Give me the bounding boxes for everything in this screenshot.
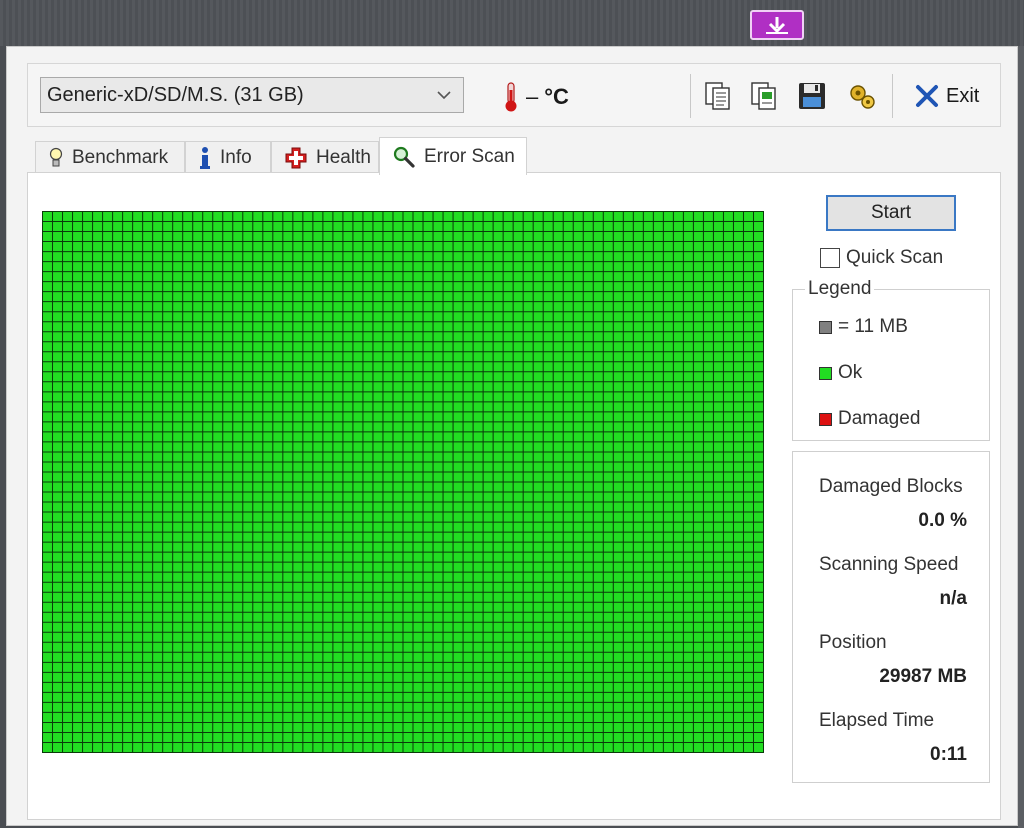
close-icon bbox=[916, 85, 938, 107]
app-window: Generic-xD/SD/M.S. (31 GB) – °C Exit Ben… bbox=[6, 46, 1018, 826]
legend-swatch-unscanned bbox=[819, 320, 832, 334]
tab-health[interactable]: Health bbox=[271, 141, 379, 173]
drive-select-value: Generic-xD/SD/M.S. (31 GB) bbox=[47, 83, 304, 106]
desktop-backdrop bbox=[0, 0, 1024, 46]
legend-damaged: Damaged bbox=[819, 408, 920, 430]
legend-title: Legend bbox=[805, 278, 875, 300]
copy-screenshot-icon[interactable] bbox=[748, 80, 780, 112]
health-cross-icon bbox=[285, 147, 307, 168]
download-arrow-icon bbox=[766, 17, 788, 34]
scanning-speed-label: Scanning Speed bbox=[819, 554, 959, 575]
save-icon[interactable] bbox=[796, 80, 828, 112]
info-icon bbox=[200, 146, 210, 169]
scanning-speed-value: n/a bbox=[939, 588, 967, 609]
toolbar-separator bbox=[690, 74, 691, 118]
position-value: 29987 MB bbox=[879, 666, 967, 687]
legend-swatch-ok bbox=[819, 366, 832, 380]
scan-stats: Damaged Blocks 0.0 % Scanning Speed n/a … bbox=[792, 451, 990, 783]
options-icon[interactable] bbox=[846, 80, 878, 112]
exit-button[interactable]: Exit bbox=[914, 80, 979, 112]
lightbulb-icon bbox=[49, 147, 63, 166]
desktop-backdrop-edge bbox=[1018, 46, 1024, 828]
legend-block-size: = 11 MB bbox=[819, 316, 908, 338]
block-map-grid bbox=[42, 211, 764, 753]
error-scan-panel: Start Quick Scan Legend = 11 MB Ok Damag… bbox=[27, 172, 1001, 820]
temperature-value: – bbox=[526, 84, 539, 109]
legend-ok: Ok bbox=[819, 362, 862, 384]
temperature-unit: °C bbox=[544, 84, 569, 109]
download-badge[interactable] bbox=[750, 10, 804, 40]
legend-block-size-label: = 11 MB bbox=[838, 316, 908, 337]
tab-label: Error Scan bbox=[424, 145, 515, 167]
tab-label: Benchmark bbox=[72, 146, 169, 168]
tab-label: Info bbox=[220, 146, 252, 168]
temperature-readout: – °C bbox=[502, 80, 569, 114]
legend-damaged-label: Damaged bbox=[838, 408, 921, 429]
damaged-blocks-value: 0.0 % bbox=[918, 510, 967, 531]
tab-error-scan[interactable]: Error Scan bbox=[379, 137, 527, 175]
quick-scan-option[interactable]: Quick Scan bbox=[820, 247, 943, 269]
damaged-blocks-label: Damaged Blocks bbox=[819, 476, 963, 497]
toolbar-separator bbox=[892, 74, 893, 118]
tab-label: Health bbox=[316, 146, 371, 168]
position-label: Position bbox=[819, 632, 887, 653]
chevron-down-icon bbox=[437, 91, 451, 100]
toolbar: Generic-xD/SD/M.S. (31 GB) – °C Exit bbox=[27, 63, 1001, 127]
tab-benchmark[interactable]: Benchmark bbox=[35, 141, 185, 173]
tab-info[interactable]: Info bbox=[185, 141, 271, 173]
magnifier-icon bbox=[393, 146, 415, 168]
legend-group: Legend = 11 MB Ok Damaged bbox=[792, 278, 990, 441]
legend-ok-label: Ok bbox=[838, 362, 863, 383]
copy-text-icon[interactable] bbox=[702, 80, 734, 112]
quick-scan-label: Quick Scan bbox=[846, 247, 944, 268]
block-map bbox=[42, 211, 764, 753]
start-button[interactable]: Start bbox=[826, 195, 956, 231]
quick-scan-checkbox[interactable] bbox=[820, 248, 840, 268]
exit-label: Exit bbox=[946, 84, 980, 107]
elapsed-time-value: 0:11 bbox=[930, 744, 967, 765]
elapsed-time-label: Elapsed Time bbox=[819, 710, 935, 731]
legend-swatch-damaged bbox=[819, 412, 832, 426]
thermometer-icon bbox=[505, 82, 517, 112]
drive-select[interactable]: Generic-xD/SD/M.S. (31 GB) bbox=[40, 77, 464, 113]
